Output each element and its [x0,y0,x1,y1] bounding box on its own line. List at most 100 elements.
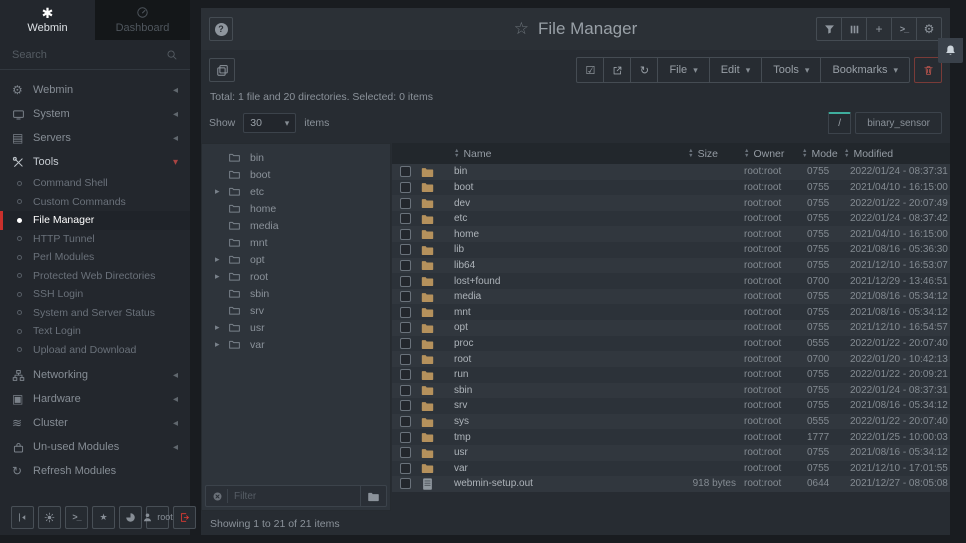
open-export-button[interactable] [603,57,631,83]
logout-button[interactable] [173,506,196,529]
folder-select-button[interactable] [360,486,386,506]
sidebar-item-http-tunnel[interactable]: HTTP Tunnel [0,230,190,249]
table-row[interactable]: lib64 root:root 0755 2021/12/10 - 16:53:… [392,258,950,274]
table-row[interactable]: tmp root:root 1777 2022/01/25 - 10:00:03 [392,429,950,445]
table-row[interactable]: webmin-setup.out 918 bytes root:root 064… [392,476,950,492]
tree-item[interactable]: ▸ root [202,268,390,285]
row-checkbox[interactable] [400,478,411,489]
tree-item[interactable]: ▸ sbin [202,285,390,302]
column-header-size[interactable]: ▲▼ Size [646,148,736,160]
refresh-button[interactable]: ↻ [630,57,658,83]
sidebar-item-system-and-server-status[interactable]: System and Server Status [0,304,190,323]
theme-button[interactable] [38,506,61,529]
table-row[interactable]: lost+found root:root 0700 2021/12/29 - 1… [392,273,950,289]
search-input[interactable] [12,49,166,61]
favorites-button[interactable]: ★ [92,506,115,529]
table-row[interactable]: dev root:root 0755 2022/01/22 - 20:07:49 [392,195,950,211]
tree-item[interactable]: ▸ mnt [202,234,390,251]
select-all-button[interactable]: ☑ [576,57,604,83]
add-button[interactable]: + [866,17,892,41]
sidebar-item-system[interactable]: System ◂ [0,102,190,126]
row-checkbox[interactable] [400,447,411,458]
column-header-name[interactable]: ▲▼ Name [454,148,646,160]
expand-arrow-icon[interactable]: ▸ [215,186,228,197]
row-checkbox[interactable] [400,213,411,224]
row-checkbox[interactable] [400,244,411,255]
row-checkbox[interactable] [400,229,411,240]
sidebar-item-perl-modules[interactable]: Perl Modules [0,248,190,267]
tree-item[interactable]: ▸ boot [202,166,390,183]
table-row[interactable]: bin root:root 0755 2022/01/24 - 08:37:31 [392,164,950,180]
sidebar-item-file-manager[interactable]: File Manager [0,211,190,230]
row-checkbox[interactable] [400,182,411,193]
sidebar-item-unused-modules[interactable]: Un-used Modules ◂ [0,435,190,459]
collapse-sidebar-button[interactable] [11,506,34,529]
table-row[interactable]: run root:root 0755 2022/01/22 - 20:09:21 [392,367,950,383]
sidebar-item-networking[interactable]: Networking ◂ [0,363,190,387]
sidebar-item-hardware[interactable]: ▣ Hardware ◂ [0,387,190,411]
expand-arrow-icon[interactable]: ▸ [215,254,228,265]
table-row[interactable]: usr root:root 0755 2021/08/16 - 05:34:12 [392,445,950,461]
user-button[interactable]: root [146,506,169,529]
row-checkbox[interactable] [400,416,411,427]
filter-button[interactable] [816,17,842,41]
table-row[interactable]: srv root:root 0755 2021/08/16 - 05:34:12 [392,398,950,414]
sidebar-item-custom-commands[interactable]: Custom Commands [0,193,190,212]
sidebar-item-webmin[interactable]: ⚙ Webmin ◂ [0,78,190,102]
table-row[interactable]: root root:root 0700 2022/01/20 - 10:42:1… [392,351,950,367]
tree-item[interactable]: ▸ bin [202,149,390,166]
table-row[interactable]: lib root:root 0755 2021/08/16 - 05:36:30 [392,242,950,258]
table-row[interactable]: media root:root 0755 2021/08/16 - 05:34:… [392,289,950,305]
column-header-modified[interactable]: ▲▼ Modified [834,148,950,160]
row-checkbox[interactable] [400,354,411,365]
filter-input[interactable] [227,489,360,503]
table-row[interactable]: proc root:root 0555 2022/01/22 - 20:07:4… [392,336,950,352]
notifications-tab[interactable] [938,38,963,63]
stats-button[interactable] [119,506,142,529]
row-checkbox[interactable] [400,432,411,443]
columns-button[interactable] [841,17,867,41]
menu-edit[interactable]: Edit▾ [709,57,763,83]
row-checkbox[interactable] [400,307,411,318]
sidebar-item-servers[interactable]: ▤ Servers ◂ [0,126,190,150]
menu-file[interactable]: File▾ [657,57,709,83]
table-row[interactable]: mnt root:root 0755 2021/08/16 - 05:34:12 [392,304,950,320]
terminal-button[interactable]: >_ [891,17,917,41]
tree-item[interactable]: ▸ srv [202,302,390,319]
row-checkbox[interactable] [400,198,411,209]
row-checkbox[interactable] [400,385,411,396]
row-checkbox[interactable] [400,276,411,287]
expand-arrow-icon[interactable]: ▸ [215,322,228,333]
row-checkbox[interactable] [400,463,411,474]
expand-arrow-icon[interactable]: ▸ [215,339,228,350]
row-checkbox[interactable] [400,400,411,411]
menu-bookmarks[interactable]: Bookmarks▾ [820,57,910,83]
expand-arrow-icon[interactable]: ▸ [215,271,228,282]
row-checkbox[interactable] [400,322,411,333]
sidebar-item-tools[interactable]: Tools ▾ [0,150,190,174]
tree-item[interactable]: ▸ home [202,200,390,217]
path-root-button[interactable]: / [828,112,851,134]
sidebar-item-ssh-login[interactable]: SSH Login [0,285,190,304]
sidebar-item-cluster[interactable]: ≋ Cluster ◂ [0,411,190,435]
tab-webmin[interactable]: ✱ Webmin [0,0,95,40]
tree-item[interactable]: ▸ etc [202,183,390,200]
sidebar-item-upload-and-download[interactable]: Upload and Download [0,341,190,360]
table-row[interactable]: etc root:root 0755 2022/01/24 - 08:37:42 [392,211,950,227]
page-size-select[interactable]: 30 ▾ [243,113,296,133]
tab-dashboard[interactable]: Dashboard [95,0,190,40]
row-checkbox[interactable] [400,260,411,271]
help-button[interactable]: ? [209,17,233,41]
tree-item[interactable]: ▸ var [202,336,390,353]
table-row[interactable]: sbin root:root 0755 2022/01/24 - 08:37:3… [392,383,950,399]
table-row[interactable]: boot root:root 0755 2021/04/10 - 16:15:0… [392,180,950,196]
column-header-owner[interactable]: ▲▼ Owner [736,148,796,160]
table-row[interactable]: home root:root 0755 2021/04/10 - 16:15:0… [392,226,950,242]
sidebar-item-text-login[interactable]: Text Login [0,322,190,341]
tree-item[interactable]: ▸ media [202,217,390,234]
sidebar-item-protected-web-directories[interactable]: Protected Web Directories [0,267,190,286]
tree-item[interactable]: ▸ usr [202,319,390,336]
column-header-mode[interactable]: ▲▼ Mode [796,148,834,160]
sidebar-item-command-shell[interactable]: Command Shell [0,174,190,193]
table-row[interactable]: var root:root 0755 2021/12/10 - 17:01:55 [392,461,950,477]
